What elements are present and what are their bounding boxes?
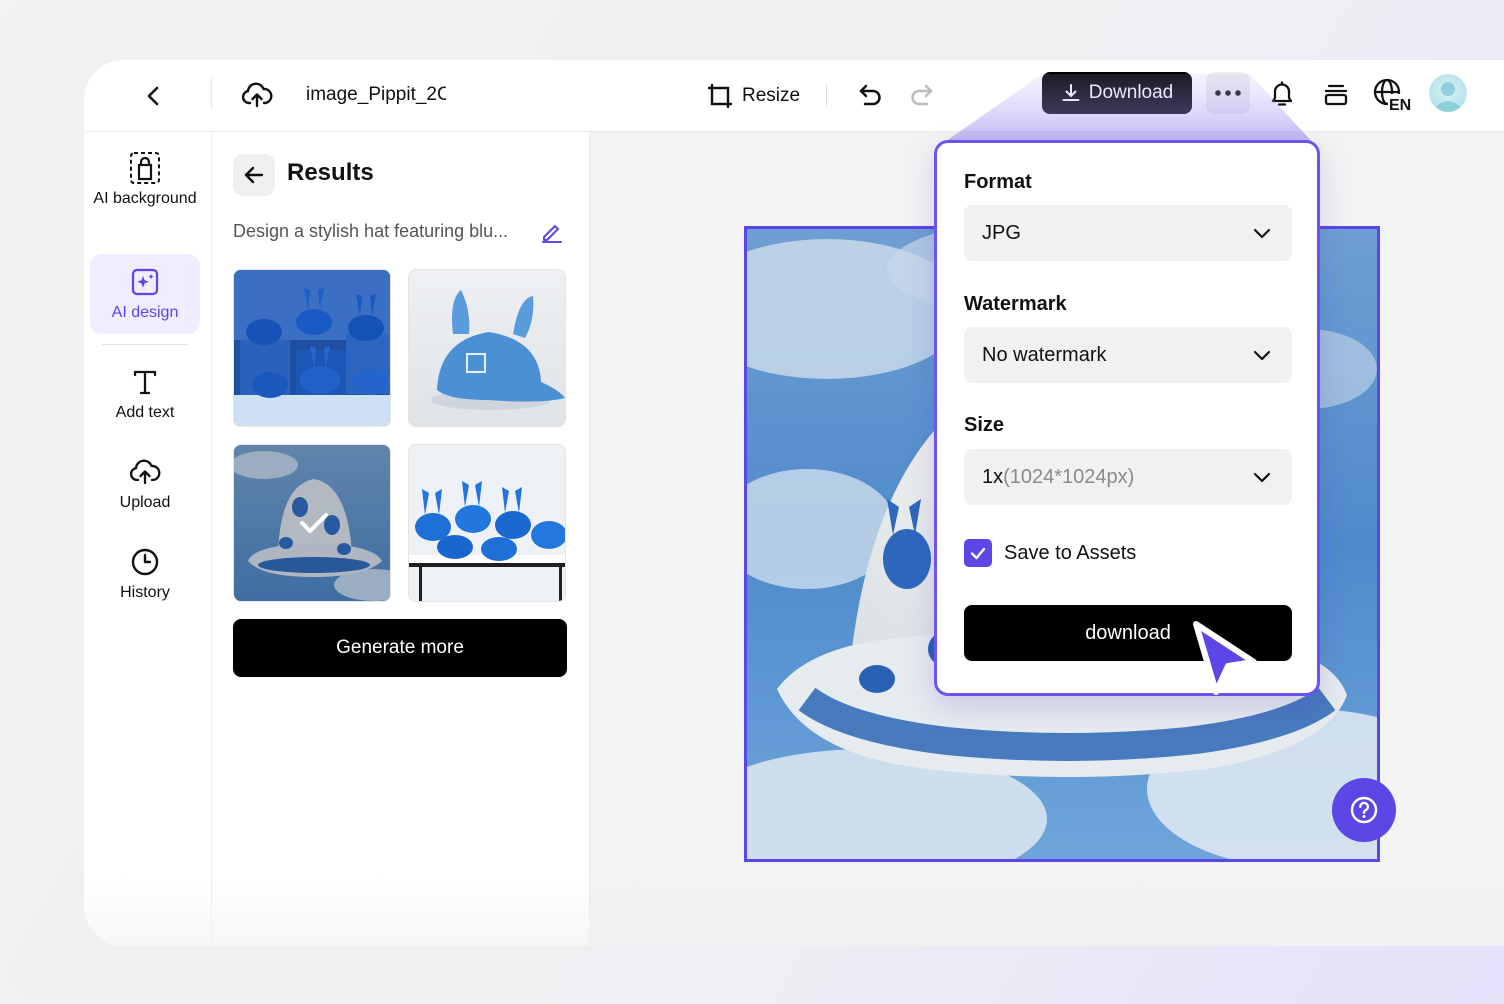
format-value: JPG bbox=[982, 221, 1021, 244]
ai-background-icon bbox=[127, 150, 163, 186]
avatar[interactable] bbox=[1429, 74, 1467, 112]
result-image bbox=[409, 270, 565, 426]
arrow-left-icon bbox=[244, 166, 264, 184]
download-button[interactable]: Download bbox=[1042, 72, 1192, 114]
rail-item-history[interactable]: History bbox=[90, 544, 200, 603]
tool-rail: AI background AI design Add text Upload bbox=[84, 132, 212, 946]
more-dots-icon bbox=[1215, 90, 1241, 96]
undo-button[interactable] bbox=[852, 76, 888, 114]
layers-button[interactable] bbox=[1316, 74, 1356, 114]
rail-item-label: AI design bbox=[111, 304, 179, 321]
top-bar: image_Pippit_2C Resize Download EN bbox=[84, 60, 1504, 132]
rail-item-label: Upload bbox=[119, 494, 171, 511]
format-label: Format bbox=[964, 171, 1032, 193]
result-thumbnail[interactable] bbox=[233, 269, 391, 427]
result-thumbnail[interactable] bbox=[408, 269, 566, 427]
result-thumbnail[interactable] bbox=[408, 444, 566, 602]
popover-download-button[interactable]: download bbox=[964, 605, 1292, 661]
clock-icon bbox=[127, 544, 163, 580]
redo-icon bbox=[911, 84, 933, 106]
result-image bbox=[409, 445, 565, 601]
watermark-select[interactable]: No watermark bbox=[964, 327, 1292, 383]
result-thumbnail-selected[interactable] bbox=[233, 444, 391, 602]
language-code: EN bbox=[1389, 97, 1411, 111]
download-icon bbox=[1062, 84, 1080, 101]
download-label: Download bbox=[1088, 82, 1174, 103]
redo-button[interactable] bbox=[904, 76, 940, 114]
cloud-upload-icon bbox=[127, 454, 163, 490]
ai-design-icon bbox=[127, 264, 163, 300]
rail-item-ai-background[interactable]: AI background bbox=[90, 150, 200, 209]
results-title: Results bbox=[287, 159, 374, 186]
check-icon bbox=[970, 547, 986, 560]
result-image bbox=[234, 270, 390, 426]
size-label: Size bbox=[964, 414, 1005, 436]
rail-item-add-text[interactable]: Add text bbox=[90, 364, 200, 423]
cloud-upload-icon bbox=[241, 82, 273, 108]
size-dimensions: (1024*1024px) bbox=[1003, 465, 1135, 488]
edit-prompt-button[interactable] bbox=[540, 220, 566, 246]
help-button[interactable] bbox=[1332, 778, 1396, 842]
result-image bbox=[234, 445, 390, 601]
resize-button[interactable]: Resize bbox=[706, 76, 800, 116]
globe-icon: EN bbox=[1373, 78, 1412, 111]
resize-label: Resize bbox=[742, 85, 801, 106]
rail-item-upload[interactable]: Upload bbox=[90, 454, 200, 513]
chevron-left-icon bbox=[147, 86, 159, 106]
text-icon bbox=[127, 364, 163, 400]
rail-item-label: AI background bbox=[93, 190, 197, 207]
format-select[interactable]: JPG bbox=[964, 205, 1292, 261]
generate-more-button[interactable]: Generate more bbox=[233, 619, 567, 677]
size-select[interactable]: 1x (1024*1024px) bbox=[964, 449, 1292, 505]
divider bbox=[211, 78, 212, 110]
help-icon bbox=[1350, 796, 1378, 824]
layers-icon bbox=[1324, 84, 1348, 106]
more-button[interactable] bbox=[1206, 72, 1250, 114]
results-panel: Results Design a stylish hat featuring b… bbox=[212, 132, 590, 946]
chevron-down-icon bbox=[1253, 228, 1271, 239]
watermark-label: Watermark bbox=[964, 293, 1067, 315]
rail-item-label: History bbox=[120, 584, 170, 601]
chevron-down-icon bbox=[1253, 472, 1271, 483]
chevron-down-icon bbox=[1253, 350, 1271, 361]
notifications-button[interactable] bbox=[1262, 74, 1302, 114]
file-name[interactable]: image_Pippit_2C bbox=[306, 80, 446, 110]
resize-icon bbox=[707, 83, 733, 109]
rail-item-label: Add text bbox=[115, 404, 175, 421]
download-popover: Format JPG Watermark No watermark Size 1… bbox=[934, 140, 1320, 696]
size-value: 1x bbox=[982, 465, 1004, 488]
prompt-text: Design a stylish hat featuring blu... bbox=[233, 221, 509, 241]
divider bbox=[826, 84, 827, 106]
language-button[interactable]: EN bbox=[1370, 74, 1414, 114]
rail-divider bbox=[102, 344, 188, 345]
undo-icon bbox=[859, 84, 881, 106]
watermark-value: No watermark bbox=[982, 343, 1107, 366]
pencil-icon bbox=[542, 225, 562, 243]
results-back-button[interactable] bbox=[233, 154, 275, 196]
rail-item-ai-design[interactable]: AI design bbox=[90, 254, 200, 334]
cloud-upload-button[interactable] bbox=[238, 76, 276, 114]
save-to-assets-label[interactable]: Save to Assets bbox=[1004, 542, 1136, 565]
bell-icon bbox=[1271, 81, 1293, 106]
save-to-assets-checkbox[interactable] bbox=[964, 539, 992, 567]
back-button[interactable] bbox=[136, 78, 172, 114]
user-avatar-icon bbox=[1435, 82, 1461, 112]
